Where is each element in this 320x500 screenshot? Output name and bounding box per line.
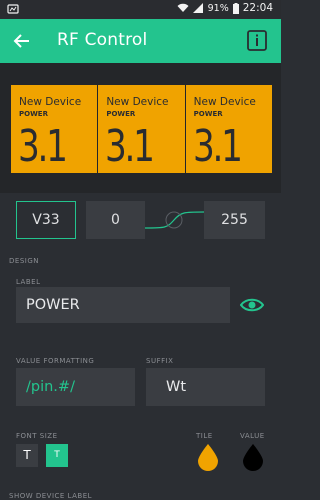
value-tile[interactable]: New Device POWER 3.1 (11, 85, 98, 173)
tile-device-name: New Device (193, 96, 256, 108)
battery-percent: 91% (207, 2, 229, 14)
tile-value: 3.1 (18, 121, 68, 172)
signal-icon (192, 3, 203, 13)
value-formatting-input[interactable]: /pin.#/ (16, 368, 135, 406)
tile-label: POWER (193, 110, 223, 118)
tile-device-name: New Device (106, 96, 169, 108)
tile-color-drop-icon[interactable] (197, 443, 219, 471)
battery-icon (232, 2, 239, 14)
tile-device-name: New Device (19, 96, 82, 108)
mapping-curve-icon (145, 211, 204, 229)
max-value-field[interactable]: 255 (204, 201, 265, 239)
design-section-title: DESIGN (9, 257, 39, 265)
tile-label: POWER (19, 110, 48, 118)
pin-selector-button[interactable]: V33 (16, 201, 76, 239)
tiles-row: New Device POWER 3.1 New Device POWER 3.… (11, 85, 272, 173)
suffix-title: SUFFIX (146, 357, 174, 365)
tile-label: POWER (106, 110, 136, 118)
eye-icon[interactable] (240, 295, 264, 315)
font-size-large-button[interactable]: T (46, 444, 68, 467)
min-value-field[interactable]: 0 (86, 201, 145, 239)
app-bar: RF Control (0, 19, 281, 63)
tile-color-title: TILE (196, 432, 213, 440)
label-input[interactable]: POWER (16, 287, 230, 323)
tiles-preview: New Device POWER 3.1 New Device POWER 3.… (0, 63, 281, 193)
status-right: 91% 22:04 (177, 2, 273, 14)
tile-value: 3.1 (105, 121, 155, 172)
notification-icon (7, 4, 19, 14)
clock: 22:04 (242, 2, 273, 14)
value-tile[interactable]: New Device POWER 3.1 (185, 85, 272, 173)
back-arrow-icon[interactable] (12, 31, 32, 51)
label-field-title: LABEL (16, 278, 41, 286)
suffix-input[interactable]: Wt (146, 368, 265, 406)
info-icon[interactable] (247, 30, 267, 51)
value-color-drop-icon[interactable] (242, 443, 264, 471)
status-bar: 91% 22:04 (0, 0, 281, 19)
value-color-title: VALUE (240, 432, 265, 440)
page-title: RF Control (57, 30, 148, 50)
wifi-icon (177, 3, 189, 12)
pin-range-row: V33 0 255 (0, 193, 281, 253)
value-formatting-title: VALUE FORMATTING (16, 357, 95, 365)
tile-value: 3.1 (192, 121, 243, 172)
font-size-small-button[interactable]: T (16, 444, 38, 467)
font-size-title: FONT SIZE (16, 432, 58, 440)
value-tile[interactable]: New Device POWER 3.1 (98, 85, 185, 173)
show-device-label-title: SHOW DEVICE LABEL (9, 492, 93, 500)
